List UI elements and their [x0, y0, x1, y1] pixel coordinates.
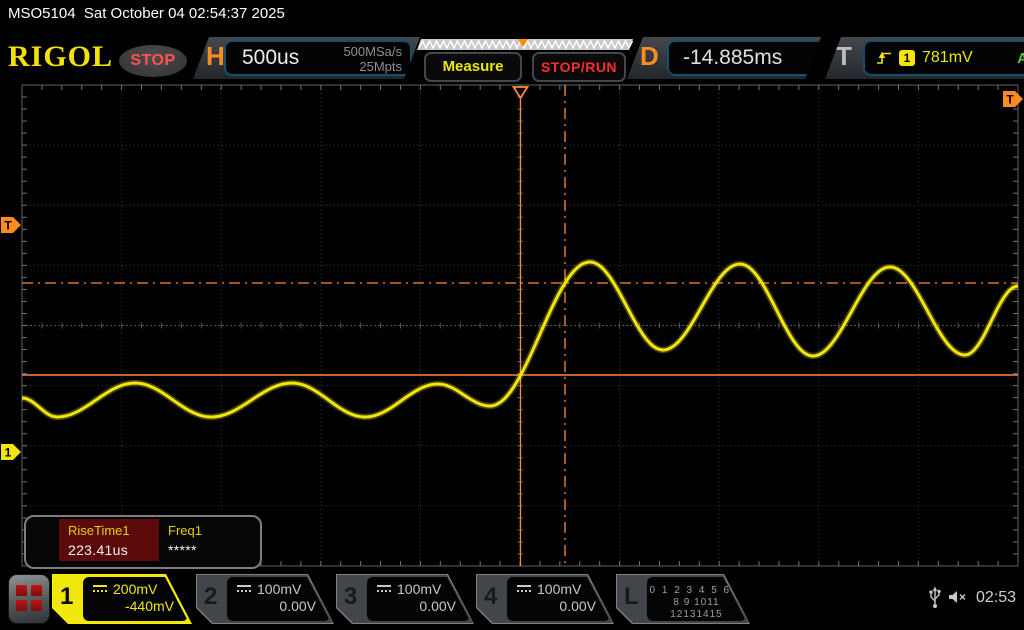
- stop-run-button[interactable]: STOP/RUN: [532, 52, 626, 82]
- channel-scale: 200mV: [113, 581, 157, 597]
- channel-scale: 100mV: [257, 581, 301, 597]
- memory-depth: 25Mpts: [343, 59, 402, 74]
- delay-value: -14.885ms: [667, 40, 829, 76]
- acquisition-state-badge: STOP: [119, 45, 187, 77]
- trigger-menu[interactable]: T 1 781mV A: [825, 37, 1024, 79]
- measurement-value: 223.41us: [59, 538, 159, 558]
- clock: 02:53: [976, 589, 1016, 607]
- channel-scale: 100mV: [397, 581, 441, 597]
- channel-number: 4: [484, 583, 497, 611]
- measurement-label: RiseTime1: [59, 519, 159, 538]
- sample-rate-memdepth: 500MSa/s 25Mpts: [343, 42, 410, 74]
- marker-label: 1: [5, 446, 12, 460]
- channel-offset: 0.00V: [367, 597, 470, 614]
- marker-label: T: [1006, 93, 1014, 107]
- usb-icon: [928, 586, 942, 610]
- measurement-results-panel[interactable]: RiseTime1 223.41us Freq1 *****: [24, 515, 262, 569]
- speaker-muted-icon[interactable]: [948, 590, 968, 605]
- delay-label: D: [640, 41, 659, 72]
- measure-button[interactable]: Measure: [424, 52, 522, 82]
- trigger-level-value: 781mV: [922, 49, 973, 67]
- oscilloscope-screen: T 1 T MSO5104 Sat October 04 02:54:37 2025…: [0, 0, 1024, 630]
- logic-label: L: [624, 583, 639, 611]
- horizontal-label: H: [206, 41, 225, 72]
- trigger-source-badge: 1: [899, 50, 915, 66]
- measurement-item-freq[interactable]: Freq1 *****: [159, 519, 257, 561]
- dc-coupling-icon: [517, 585, 531, 594]
- trigger-position-marker-icon[interactable]: [514, 87, 528, 98]
- channel-number: 3: [344, 583, 357, 611]
- channel-number: 1: [60, 583, 73, 611]
- trigger-label: T: [836, 41, 852, 72]
- timebase-value: 500us: [226, 42, 299, 74]
- grid-menu-icon: [16, 585, 42, 611]
- measurement-label: Freq1: [159, 519, 257, 538]
- channel-offset: -440mV: [83, 597, 188, 614]
- main-menu-button[interactable]: [8, 574, 50, 624]
- horizontal-menu[interactable]: H 500us 500MSa/s 25Mpts: [193, 37, 420, 79]
- horizontal-position-indicator[interactable]: [417, 36, 633, 53]
- measurement-item-risetime[interactable]: RiseTime1 223.41us: [59, 519, 159, 561]
- sample-rate: 500MSa/s: [343, 44, 402, 59]
- rigol-logo: RIGOL: [8, 40, 113, 74]
- delay-menu[interactable]: D -14.885ms: [627, 37, 821, 79]
- channel-offset: 0.00V: [227, 597, 330, 614]
- logic-channels-row2: 8 9 1011 12131415: [647, 597, 746, 621]
- channel-offset: 0.00V: [507, 597, 610, 614]
- measurement-value: *****: [159, 538, 257, 558]
- rising-edge-icon: [875, 50, 892, 66]
- dc-coupling-icon: [377, 585, 391, 594]
- channel-number: 2: [204, 583, 217, 611]
- dc-coupling-icon: [93, 585, 107, 594]
- model-and-datetime: MSO5104 Sat October 04 02:54:37 2025: [8, 5, 285, 22]
- trigger-settings: 1 781mV A: [863, 40, 1024, 76]
- channel-scale: 100mV: [537, 581, 581, 597]
- dc-coupling-icon: [237, 585, 251, 594]
- horizontal-settings: 500us 500MSa/s 25Mpts: [224, 40, 412, 76]
- trigger-sweep-mode: A: [1017, 50, 1024, 67]
- marker-label: T: [4, 219, 12, 233]
